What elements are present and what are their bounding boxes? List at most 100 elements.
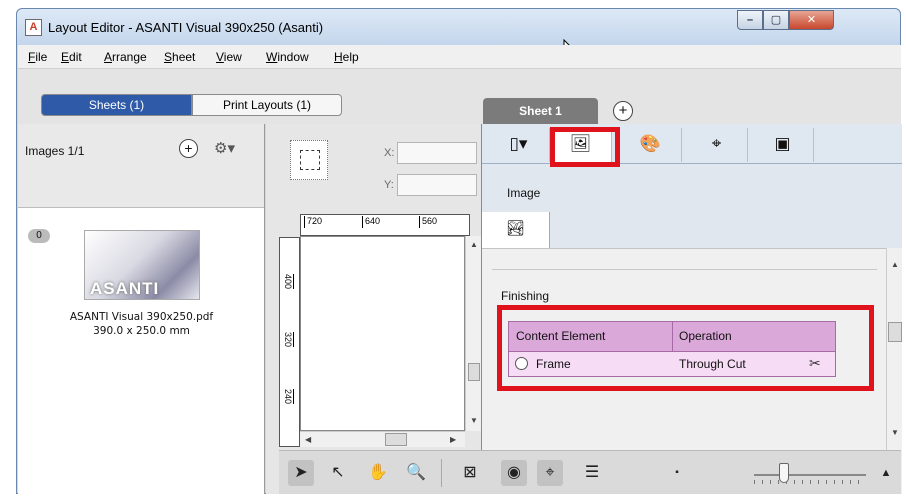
- horizontal-ruler: 720 640 560: [300, 214, 470, 236]
- settings-sliders-icon[interactable]: ☰: [579, 460, 605, 486]
- tab-layout[interactable]: ▣: [752, 128, 814, 162]
- ruler-tick-label: 320: [283, 332, 294, 348]
- image-section-label: Image: [507, 186, 541, 200]
- image-icon: 🖼: [569, 134, 592, 153]
- menu-view[interactable]: View: [216, 50, 242, 64]
- finishing-label: Finishing: [501, 289, 550, 303]
- y-coordinate-input[interactable]: [397, 174, 477, 196]
- scroll-down-icon[interactable]: ▼: [470, 416, 478, 425]
- app-logo-icon: A: [25, 19, 42, 36]
- add-image-button[interactable]: +: [179, 139, 198, 158]
- tab-sheet-1[interactable]: Sheet 1: [483, 98, 598, 124]
- canvas-panel: X: Y: 720 640 560 400 320 240 ▲ ▼ ◀ ▶: [266, 124, 481, 494]
- images-count-label: Images 1/1: [25, 144, 85, 158]
- eye-icon[interactable]: ◉: [501, 460, 527, 486]
- column-separator: [672, 322, 673, 352]
- table-row[interactable]: Frame Through Cut ✂: [509, 352, 835, 376]
- menu-edit[interactable]: Edit: [61, 50, 82, 64]
- zoom-slider-thumb[interactable]: [779, 463, 789, 483]
- landscape-icon: 🏞: [505, 220, 526, 237]
- reference-point-icon[interactable]: [290, 140, 328, 180]
- tabs-row: Sheets (1) Print Layouts (1) Sheet 1 +: [18, 69, 901, 124]
- large-view-icon[interactable]: ▲: [873, 460, 899, 486]
- direct-select-tool-icon[interactable]: ↖: [325, 460, 351, 486]
- ruler-tick-label: 640: [362, 216, 380, 228]
- crosshair-icon[interactable]: ⌖: [537, 460, 563, 486]
- title-bar[interactable]: A Layout Editor - ASANTI Visual 390x250 …: [17, 9, 900, 45]
- divider: [492, 269, 877, 270]
- menu-file[interactable]: File: [28, 50, 47, 64]
- zoom-slider-ticks: [754, 480, 866, 484]
- bottom-toolbar: ➤ ↖ ✋ 🔍 ⊠ ◉ ⌖ ☰ ▪ ▲: [279, 450, 901, 494]
- target-icon: ⌖: [711, 134, 722, 153]
- menu-help[interactable]: Help: [334, 50, 359, 64]
- image-subtab[interactable]: 🏞: [482, 212, 550, 248]
- row-operation[interactable]: Through Cut: [679, 352, 746, 376]
- menu-arrange[interactable]: Arrange: [104, 50, 147, 64]
- tab-document[interactable]: ▯▾: [488, 128, 550, 162]
- ruler-tick-label: 560: [419, 216, 437, 228]
- frame-radio[interactable]: [515, 357, 528, 370]
- add-sheet-button[interactable]: +: [613, 101, 633, 121]
- column-header-content-element[interactable]: Content Element: [516, 322, 605, 350]
- close-button[interactable]: ✕: [789, 10, 834, 30]
- close-icon: ✕: [806, 14, 817, 26]
- canvas-vertical-scrollbar[interactable]: ▲ ▼: [465, 236, 481, 431]
- images-panel: Images 1/1 + ⚙▾ 0 ASANTI ASANTI Visual 3…: [18, 124, 265, 494]
- image-section: Image 🏞: [482, 164, 902, 248]
- maximize-button[interactable]: ▢: [763, 10, 789, 30]
- canvas-horizontal-scroll-thumb[interactable]: [385, 433, 407, 446]
- x-coordinate-input[interactable]: [397, 142, 477, 164]
- minimize-icon: –: [746, 14, 754, 26]
- minimize-button[interactable]: –: [737, 10, 763, 30]
- maximize-icon: ▢: [770, 14, 782, 26]
- vertical-ruler: 400 320 240: [279, 237, 300, 447]
- ruler-tick-label: 400: [283, 274, 294, 290]
- zoom-tool-icon[interactable]: 🔍: [403, 460, 429, 486]
- row-content-element: Frame: [536, 357, 571, 371]
- window-title: Layout Editor - ASANTI Visual 390x250 (A…: [48, 20, 324, 35]
- sheet-canvas[interactable]: [300, 236, 465, 431]
- cut-knife-icon[interactable]: ✂: [809, 355, 821, 372]
- tab-print-layouts[interactable]: Print Layouts (1): [192, 94, 342, 116]
- tab-marks[interactable]: ⌖: [686, 128, 748, 162]
- book-icon: ▯▾: [509, 134, 528, 153]
- inspector-panel: ▯▾ 🖼 🎨 ⌖ ▣ Image 🏞 Finishing Content Ele…: [481, 124, 902, 494]
- image-file-size: 390.0 x 250.0 mm: [93, 325, 190, 337]
- thumbnail-logo-text: ASANTI: [90, 279, 160, 298]
- zoom-slider-track[interactable]: [754, 474, 866, 476]
- toolbar-separator: [441, 459, 442, 487]
- palette-icon: 🎨: [639, 134, 662, 153]
- scroll-up-icon[interactable]: ▲: [891, 260, 899, 269]
- scroll-left-icon[interactable]: ◀: [305, 435, 311, 444]
- image-thumbnail[interactable]: ASANTI: [84, 230, 200, 300]
- ruler-tick-label: 720: [304, 216, 322, 228]
- image-count-badge: 0: [28, 229, 50, 243]
- inspector-scroll-thumb[interactable]: [888, 322, 902, 342]
- x-label: X:: [384, 147, 395, 159]
- menu-sheet[interactable]: Sheet: [164, 50, 195, 64]
- images-panel-header: Images 1/1 + ⚙▾: [18, 124, 264, 208]
- app-window: A Layout Editor - ASANTI Visual 390x250 …: [16, 8, 902, 494]
- tab-color[interactable]: 🎨: [620, 128, 682, 162]
- scroll-down-icon[interactable]: ▼: [891, 428, 899, 437]
- image-file-name: ASANTI Visual 390x250.pdf: [69, 311, 214, 323]
- menu-window[interactable]: Window: [266, 50, 309, 64]
- hand-tool-icon[interactable]: ✋: [365, 460, 391, 486]
- menu-bar: File Edit Arrange Sheet View Window Help: [18, 45, 901, 69]
- column-header-operation[interactable]: Operation: [679, 322, 732, 350]
- scroll-right-icon[interactable]: ▶: [450, 435, 456, 444]
- finishing-table-header: Content Element Operation: [509, 322, 835, 352]
- tab-sheets[interactable]: Sheets (1): [41, 94, 192, 116]
- gear-icon[interactable]: ⚙▾: [214, 139, 235, 157]
- canvas-vertical-scroll-thumb[interactable]: [468, 363, 480, 381]
- tab-image[interactable]: 🖼: [550, 128, 612, 162]
- layout-icon: ▣: [774, 134, 791, 153]
- small-view-icon[interactable]: ▪: [664, 460, 690, 486]
- canvas-horizontal-scrollbar[interactable]: ◀ ▶: [300, 431, 465, 447]
- frame-view-icon[interactable]: ⊠: [457, 460, 483, 486]
- inspector-tabs: ▯▾ 🖼 🎨 ⌖ ▣: [482, 124, 902, 164]
- select-tool-icon[interactable]: ➤: [288, 460, 314, 486]
- scroll-up-icon[interactable]: ▲: [470, 240, 478, 249]
- ruler-tick-label: 240: [283, 389, 294, 405]
